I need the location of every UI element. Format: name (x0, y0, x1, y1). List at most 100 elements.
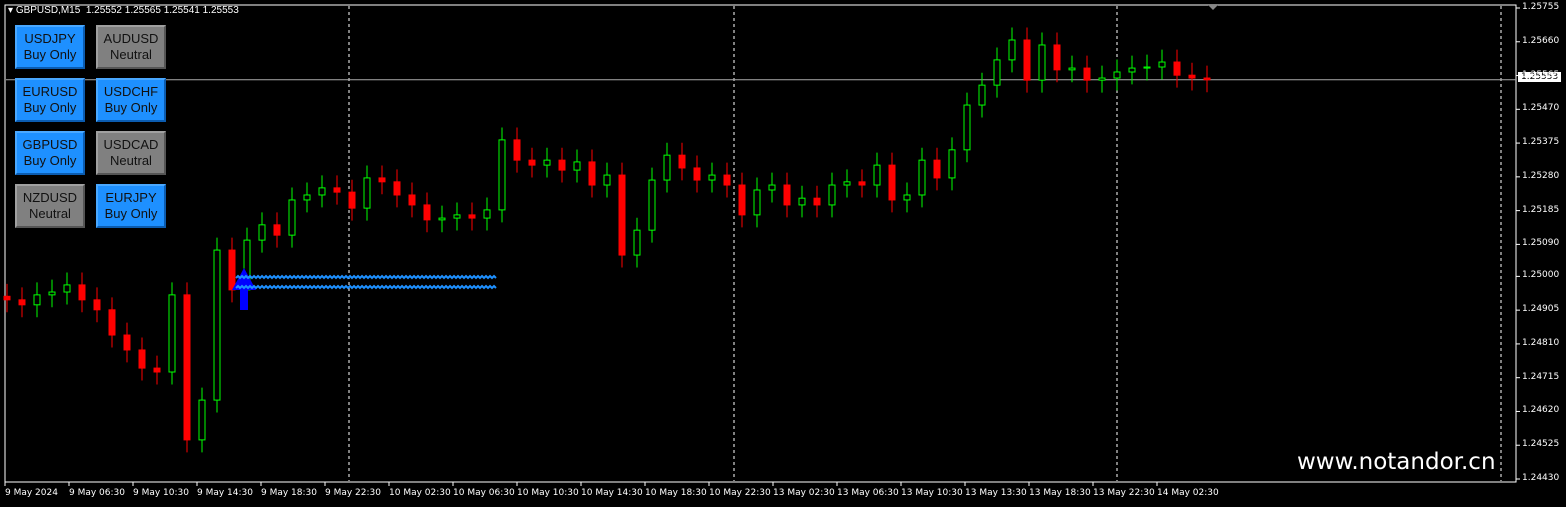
button-state: Neutral (110, 153, 152, 168)
button-state: Buy Only (23, 153, 77, 168)
time-tick-label: 10 May 18:30 (645, 488, 707, 498)
bear-candle (138, 349, 146, 369)
price-tick-label: 1.24430 (1522, 473, 1560, 483)
bear-candle (18, 299, 26, 306)
bear-candle (558, 159, 566, 171)
bear-candle (378, 177, 386, 183)
time-tick-label: 13 May 18:30 (1029, 488, 1091, 498)
bull-candle (453, 214, 461, 219)
bear-candle (123, 334, 131, 351)
bear-candle (393, 181, 401, 196)
button-symbol: GBPUSD (22, 137, 78, 152)
signal-button-nzdusd[interactable]: NZDUSD Neutral (15, 184, 85, 228)
button-symbol: AUDUSD (103, 31, 159, 46)
bear-candle (723, 174, 731, 186)
ohlc-label: 1.25552 1.25565 1.25541 1.25553 (85, 5, 239, 16)
bull-candle (1008, 39, 1016, 61)
button-state: Buy Only (104, 206, 158, 221)
bull-candle (168, 294, 176, 373)
price-tick-label: 1.25755 (1522, 2, 1560, 12)
bear-candle (1023, 39, 1031, 81)
bull-candle (258, 224, 266, 241)
bull-candle (1038, 44, 1046, 81)
price-tick-label: 1.25000 (1522, 270, 1560, 281)
time-tick-label: 10 May 06:30 (453, 488, 515, 498)
signal-button-usdcad[interactable]: USDCAD Neutral (96, 131, 166, 175)
chart-header: ▾ GBPUSD,M15 1.25552 1.25565 1.25541 1.2… (8, 5, 239, 16)
bear-candle (783, 184, 791, 206)
bull-candle (648, 179, 656, 231)
time-tick-label: 13 May 02:30 (773, 488, 835, 498)
time-tick-label: 14 May 02:30 (1157, 488, 1219, 498)
bear-candle (333, 187, 341, 193)
time-tick-label: 13 May 22:30 (1093, 488, 1155, 498)
price-tick-label: 1.25565 (1522, 69, 1560, 80)
bull-candle (753, 189, 761, 216)
price-tick-label: 1.24905 (1522, 304, 1560, 315)
bear-candle (588, 161, 596, 186)
bear-candle (468, 214, 476, 219)
signal-button-audusd[interactable]: AUDUSD Neutral (96, 25, 166, 69)
bull-candle (198, 399, 206, 441)
price-chart[interactable] (0, 0, 1566, 507)
bear-candle (678, 154, 686, 169)
signal-line (235, 274, 497, 280)
bear-candle (228, 249, 236, 291)
price-tick-label: 1.25470 (1522, 103, 1560, 114)
bull-candle (663, 154, 671, 181)
bull-candle (1068, 67, 1076, 71)
time-tick-label: 13 May 10:30 (901, 488, 963, 498)
price-tick-label: 1.25090 (1522, 238, 1560, 249)
button-state: Buy Only (23, 100, 77, 115)
time-tick-label: 10 May 22:30 (709, 488, 771, 498)
signal-button-eurusd[interactable]: EURUSD Buy Only (15, 78, 85, 122)
price-tick-label: 1.25185 (1522, 204, 1560, 215)
signal-button-gbpusd[interactable]: GBPUSD Buy Only (15, 131, 85, 175)
price-tick-label: 1.25660 (1522, 35, 1560, 46)
bear-candle (888, 164, 896, 201)
symbol-label: GBPUSD,M15 (15, 5, 81, 16)
bear-candle (513, 139, 521, 161)
bear-candle (1188, 74, 1196, 79)
bull-candle (1143, 66, 1151, 69)
dropdown-triangle-icon[interactable]: ▾ (8, 5, 13, 16)
bull-candle (828, 184, 836, 206)
bull-candle (438, 217, 446, 221)
bear-candle (1173, 61, 1181, 76)
bear-candle (93, 299, 101, 311)
bear-candle (3, 295, 11, 301)
bull-candle (993, 59, 1001, 86)
signal-button-usdjpy[interactable]: USDJPY Buy Only (15, 25, 85, 69)
time-tick-label: 9 May 14:30 (197, 488, 253, 498)
time-tick-label: 9 May 18:30 (261, 488, 317, 498)
price-tick-label: 1.25280 (1522, 170, 1560, 181)
button-state: Buy Only (23, 47, 77, 62)
signal-button-eurjpy[interactable]: EURJPY Buy Only (96, 184, 166, 228)
bull-candle (903, 194, 911, 201)
bull-candle (573, 161, 581, 171)
bull-candle (1098, 77, 1106, 81)
bull-candle (288, 199, 296, 236)
bull-candle (483, 209, 491, 219)
time-tick-label: 13 May 06:30 (837, 488, 899, 498)
bear-candle (183, 294, 191, 441)
button-symbol: USDCHF (103, 84, 159, 99)
bear-candle (738, 184, 746, 216)
bear-candle (108, 309, 116, 336)
bull-candle (708, 174, 716, 181)
bear-candle (1053, 44, 1061, 71)
time-tick-label: 9 May 2024 (5, 488, 58, 498)
bull-candle (363, 177, 371, 209)
bear-candle (423, 204, 431, 221)
button-state: Neutral (29, 206, 71, 221)
shift-marker-icon (1208, 5, 1218, 10)
signal-button-usdchf[interactable]: USDCHF Buy Only (96, 78, 166, 122)
button-symbol: EURJPY (105, 190, 157, 205)
time-tick-label: 10 May 02:30 (389, 488, 451, 498)
bear-candle (1083, 67, 1091, 81)
bear-candle (858, 181, 866, 186)
bull-candle (948, 149, 956, 179)
bear-candle (1203, 77, 1211, 81)
bull-candle (768, 184, 776, 191)
signal-line (235, 284, 497, 290)
